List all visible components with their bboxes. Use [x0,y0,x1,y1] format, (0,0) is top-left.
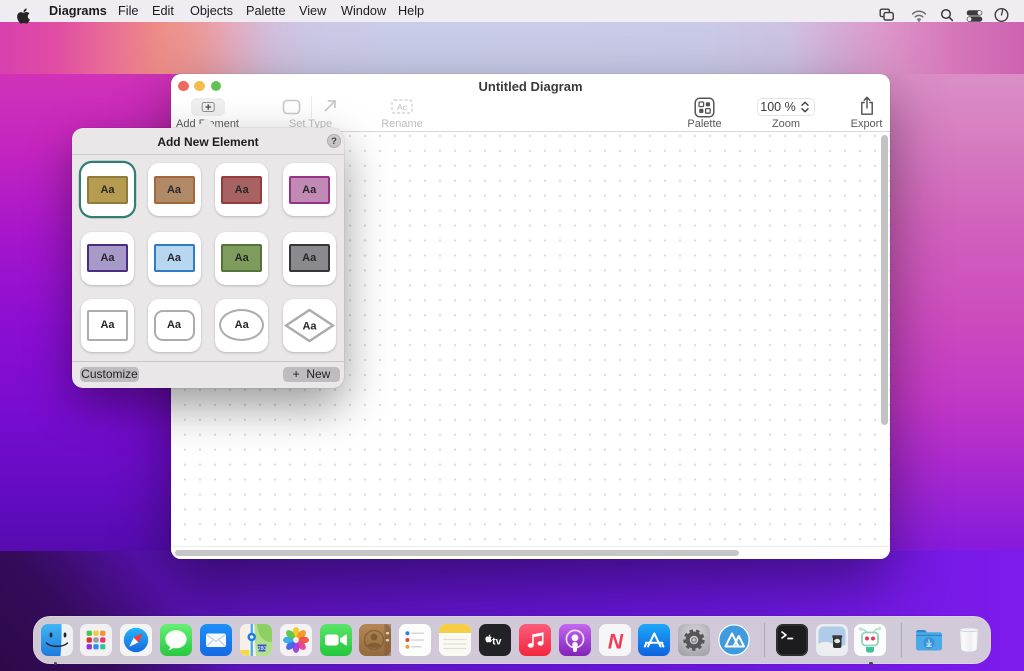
svg-text:Aa: Aa [302,320,317,332]
svg-text:Ac: Ac [397,102,408,112]
svg-text:N: N [607,631,623,654]
svg-text:280: 280 [258,646,267,652]
svg-text:tv: tv [492,636,501,648]
